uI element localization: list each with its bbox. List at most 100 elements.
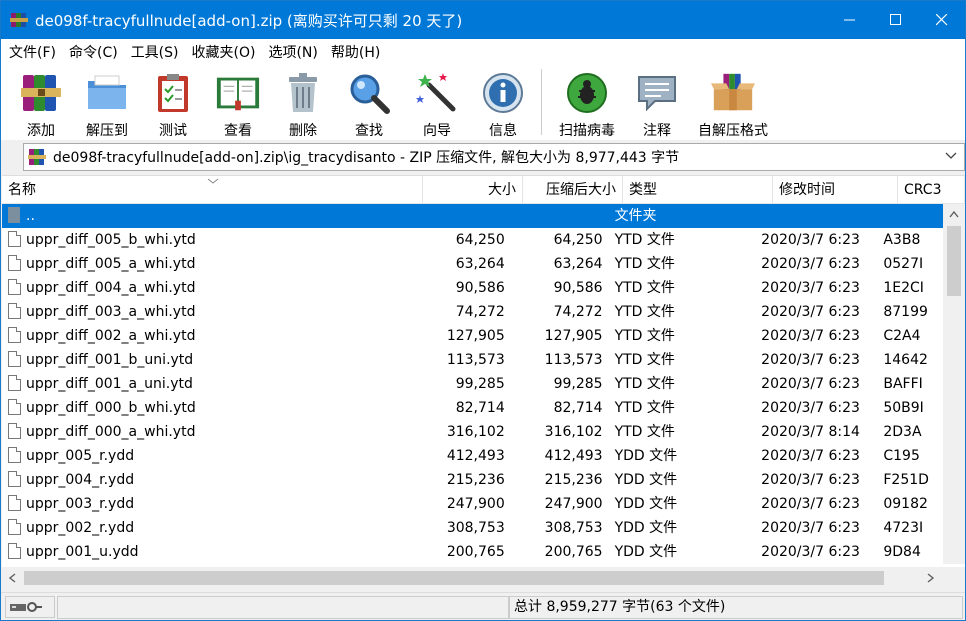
file-name: uppr_001_u.ydd (26, 544, 139, 560)
winrar-app-icon (10, 13, 28, 27)
crc-cell: C2A4 (883, 328, 921, 344)
file-name: uppr_diff_005_a_whi.ytd (26, 256, 196, 272)
type-cell: YTD 文件 (614, 304, 675, 320)
status-total: 总计 8,959,277 字节(63 个文件) (509, 596, 963, 619)
packed-cell: 127,905 (544, 328, 603, 344)
comment-icon (638, 75, 676, 111)
menu-favorites[interactable]: 收藏夹(O) (184, 42, 261, 62)
file-icon (8, 231, 21, 247)
column-crc[interactable]: CRC3 (898, 176, 965, 204)
table-row[interactable]: uppr_diff_001_a_uni.ytd 99,285 99,285 YTD 文… (2, 372, 943, 396)
table-row[interactable]: uppr_diff_005_a_whi.ytd 63,264 63,264 YTD 文… (2, 252, 943, 276)
table-row[interactable]: uppr_003_r.ydd 247,900 247,900 YDD 文件 2020/3… (2, 492, 943, 516)
size-cell: 99,285 (455, 376, 505, 392)
comment-button[interactable]: 注释 (626, 64, 688, 140)
menu-commands[interactable]: 命令(C) (61, 42, 123, 62)
crc-cell: 9D84 (883, 544, 921, 560)
table-row[interactable]: uppr_005_r.ydd 412,493 412,493 YDD 文件 2020/3… (2, 444, 943, 468)
scroll-right-icon[interactable] (927, 573, 935, 583)
address-bar[interactable]: de098f-tracyfullnude[add-on].zip\ig_trac… (23, 143, 965, 171)
file-name: uppr_diff_000_a_whi.ytd (26, 424, 196, 440)
crc-cell: C195 (883, 448, 920, 464)
horizontal-scroll-thumb[interactable] (24, 571, 884, 585)
file-name: uppr_diff_002_a_whi.ytd (26, 328, 196, 344)
table-row[interactable]: uppr_diff_001_b_uni.ytd 113,573 113,573 YTD… (2, 348, 943, 372)
packed-cell: 99,285 (553, 376, 603, 392)
menu-help[interactable]: 帮助(H) (323, 42, 385, 62)
menu-bar: 文件(F) 命令(C) 工具(S) 收藏夹(O) 选项(N) 帮助(H) (1, 39, 965, 64)
file-icon (8, 447, 21, 463)
table-row[interactable]: uppr_diff_004_a_whi.ytd 90,586 90,586 YTD 文… (2, 276, 943, 300)
modified-cell: 2020/3/7 6:23 (761, 376, 860, 392)
table-row[interactable]: uppr_001_u.ydd 200,765 200,765 YDD 文件 2020/3… (2, 540, 943, 564)
app-window: de098f-tracyfullnude[add-on].zip (离购买许可只… (0, 0, 966, 621)
minimize-button[interactable] (827, 1, 873, 39)
table-row[interactable]: uppr_diff_002_a_whi.ytd 127,905 127,905 YTD… (2, 324, 943, 348)
table-row[interactable]: uppr_diff_000_a_whi.ytd 316,102 316,102 YTD… (2, 420, 943, 444)
virus-scan-button[interactable]: 扫描病毒 (548, 64, 626, 140)
column-packed[interactable]: 压缩后大小 (523, 176, 623, 204)
info-button[interactable]: 信息 (471, 64, 535, 140)
table-row[interactable]: uppr_004_r.ydd 215,236 215,236 YDD 文件 2020/3… (2, 468, 943, 492)
name-cell: uppr_004_r.ydd (2, 468, 413, 492)
vertical-scrollbar[interactable] (943, 204, 965, 564)
file-icon (8, 303, 21, 319)
name-cell: uppr_diff_005_a_whi.ytd (2, 252, 413, 276)
crc-cell: 50B9I (883, 400, 924, 416)
table-row[interactable]: uppr_diff_003_a_whi.ytd 74,272 74,272 YTD 文… (2, 300, 943, 324)
crc-cell: 4723I (883, 520, 924, 536)
crc-cell: 14642 (883, 352, 928, 368)
modified-cell: 2020/3/7 6:23 (761, 544, 860, 560)
column-name[interactable]: 名称 (2, 176, 423, 204)
parent-size-cell (413, 204, 511, 228)
parent-name: .. (26, 208, 35, 224)
file-list: 名称 大小 压缩后大小 类型 修改时间 CRC3 .. 文件夹 uppr_dif… (2, 175, 965, 567)
packed-cell: 90,586 (553, 280, 603, 296)
extract-to-button[interactable]: 解压到 (73, 64, 141, 140)
test-button[interactable]: 测试 (141, 64, 205, 140)
file-name: uppr_diff_004_a_whi.ytd (26, 280, 196, 296)
name-cell: uppr_diff_004_a_whi.ytd (2, 276, 413, 300)
name-cell: uppr_005_r.ydd (2, 444, 413, 468)
scroll-up-icon[interactable] (949, 210, 959, 218)
file-name: uppr_diff_005_b_whi.ytd (26, 232, 196, 248)
table-row[interactable]: uppr_diff_000_b_whi.ytd 82,714 82,714 YTD 文… (2, 396, 943, 420)
sort-indicator-icon (207, 178, 219, 184)
parent-type-cell: 文件夹 (614, 208, 657, 224)
modified-cell: 2020/3/7 6:23 (761, 232, 860, 248)
size-cell: 64,250 (455, 232, 505, 248)
drive-icon[interactable] (9, 601, 27, 613)
column-size[interactable]: 大小 (423, 176, 523, 204)
add-button[interactable]: 添加 (9, 64, 73, 140)
modified-cell: 2020/3/7 6:23 (761, 328, 860, 344)
packed-cell: 215,236 (544, 472, 603, 488)
scroll-left-icon[interactable] (8, 573, 16, 583)
wizard-button[interactable]: 向导 (403, 64, 471, 140)
delete-button[interactable]: 删除 (271, 64, 335, 140)
horizontal-scrollbar[interactable] (2, 567, 943, 589)
table-row[interactable]: uppr_diff_005_b_whi.ytd 64,250 64,250 YTD 文… (2, 228, 943, 252)
key-icon[interactable] (27, 600, 43, 614)
view-button[interactable]: 查看 (205, 64, 271, 140)
packed-cell: 200,765 (544, 544, 603, 560)
name-cell: uppr_diff_003_a_whi.ytd (2, 300, 413, 324)
column-modified[interactable]: 修改时间 (773, 176, 898, 204)
maximize-button[interactable] (873, 1, 919, 39)
find-button[interactable]: 查找 (335, 64, 403, 140)
menu-tools[interactable]: 工具(S) (123, 42, 184, 62)
file-icon (8, 423, 21, 439)
parent-crc-cell (877, 204, 943, 228)
parent-folder-row[interactable]: .. 文件夹 (2, 204, 943, 228)
title-bar[interactable]: de098f-tracyfullnude[add-on].zip (离购买许可只… (1, 1, 965, 39)
table-row[interactable]: uppr_002_r.ydd 308,753 308,753 YDD 文件 2020/3… (2, 516, 943, 540)
chevron-down-icon[interactable] (944, 149, 958, 163)
close-button[interactable] (919, 1, 965, 39)
column-type[interactable]: 类型 (623, 176, 773, 204)
size-cell: 113,573 (446, 352, 505, 368)
vertical-scroll-thumb[interactable] (947, 226, 961, 296)
info-label: 信息 (489, 123, 517, 139)
status-icons (5, 595, 55, 618)
menu-options[interactable]: 选项(N) (260, 42, 322, 62)
menu-file[interactable]: 文件(F) (1, 42, 61, 62)
sfx-button[interactable]: 自解压格式 (688, 64, 778, 140)
